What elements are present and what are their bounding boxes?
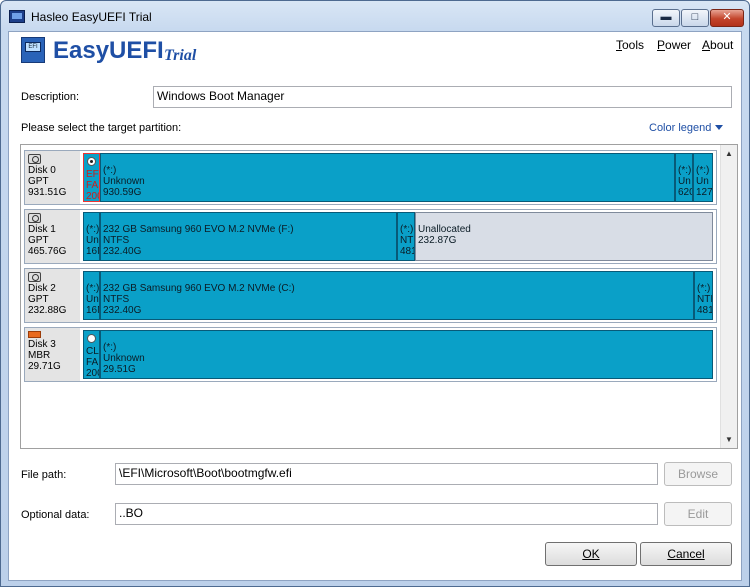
vertical-scrollbar[interactable]: ▲ ▼ <box>720 145 737 448</box>
disk-style: GPT <box>28 235 49 246</box>
cancel-button[interactable]: Cancel <box>640 542 732 566</box>
scroll-down-icon[interactable]: ▼ <box>721 431 737 448</box>
app-icon <box>9 10 25 23</box>
partition-block[interactable]: 232 GB Samsung 960 EVO M.2 NVMe (F:) NTF… <box>100 212 397 261</box>
disk-style: MBR <box>28 350 51 361</box>
hdd-icon <box>28 272 41 282</box>
disk-map[interactable]: ▲ ▼ Disk 0 GPT 931.51G EFI FA 200 <box>20 144 738 449</box>
optional-data-label: Optional data: <box>21 509 90 521</box>
disk-name: Disk 1 <box>28 224 56 235</box>
app-window: Hasleo EasyUEFI Trial ▬ □ ✕ EFI EasyUEFI… <box>0 0 750 587</box>
disk-row: Disk 1 GPT 465.76G (*:) Un 16N 232 GB Sa… <box>24 209 717 264</box>
disk-info: Disk 2 GPT 232.88G <box>25 269 80 322</box>
disk-row: Disk 0 GPT 931.51G EFI FA 200 (*:) Unkno… <box>24 150 717 205</box>
disk-row: Disk 3 MBR 29.71G CLI FA 200 (*:) Unknow… <box>24 327 717 382</box>
disk-info: Disk 0 GPT 931.51G <box>25 151 80 204</box>
partition-block[interactable]: (*:) Un 16N <box>83 212 100 261</box>
disk-info: Disk 1 GPT 465.76G <box>25 210 80 263</box>
logo-text: EFI <box>25 42 41 52</box>
ok-button[interactable]: OK <box>545 542 637 566</box>
partition-block[interactable]: (*:) Unknown 29.51G <box>100 330 713 379</box>
disk-style: GPT <box>28 294 49 305</box>
hdd-icon <box>28 154 41 164</box>
hdd-icon <box>28 213 41 223</box>
disk-name: Disk 3 <box>28 339 56 350</box>
partition-block[interactable]: (*:) NTI 481 <box>694 271 713 320</box>
disk-row: Disk 2 GPT 232.88G (*:) Un 16N 232 GB Sa… <box>24 268 717 323</box>
disk-style: GPT <box>28 176 49 187</box>
partition-block[interactable]: CLI FA 200 <box>83 330 100 379</box>
description-input[interactable]: Windows Boot Manager <box>153 86 732 108</box>
optional-data-input[interactable]: ..BO <box>115 503 658 525</box>
close-button[interactable]: ✕ <box>710 9 744 27</box>
easyuefi-logo-icon: EFI <box>21 37 45 63</box>
file-path-input[interactable]: \EFI\Microsoft\Boot\bootmgfw.efi <box>115 463 658 485</box>
color-legend-dropdown[interactable]: Color legend <box>649 122 724 134</box>
window-title: Hasleo EasyUEFI Trial <box>31 10 152 24</box>
minimize-button[interactable]: ▬ <box>652 9 680 27</box>
menu-about[interactable]: About <box>702 38 733 52</box>
color-legend-label: Color legend <box>649 122 712 134</box>
partition-block[interactable]: (*:) Un 127 <box>693 153 713 202</box>
edition-label: Trial <box>164 47 197 64</box>
radio-unselected-icon[interactable] <box>87 334 96 343</box>
chevron-down-icon <box>715 125 724 130</box>
disk-name: Disk 2 <box>28 283 56 294</box>
partition-block[interactable]: 232 GB Samsung 960 EVO M.2 NVMe (C:) NTF… <box>100 271 694 320</box>
scroll-up-icon[interactable]: ▲ <box>721 145 737 162</box>
disk-size: 232.88G <box>28 305 67 316</box>
partition-block[interactable]: (*:) Unknown 930.59G <box>100 153 675 202</box>
unallocated-block[interactable]: Unallocated 232.87G <box>415 212 713 261</box>
select-partition-label: Please select the target partition: <box>21 122 182 134</box>
disk-size: 29.71G <box>28 361 61 372</box>
maximize-button[interactable]: □ <box>681 9 709 27</box>
disk-size: 931.51G <box>28 187 67 198</box>
title-bar[interactable]: Hasleo EasyUEFI Trial ▬ □ ✕ <box>1 1 749 31</box>
app-name: EasyUEFI <box>53 37 164 64</box>
usb-drive-icon <box>28 331 41 338</box>
partition-block[interactable]: EFI FA 200 <box>83 153 100 202</box>
menu-tools[interactable]: Tools <box>616 38 644 52</box>
menu-power[interactable]: Power <box>657 38 691 52</box>
browse-button[interactable]: Browse <box>664 462 732 486</box>
edit-button[interactable]: Edit <box>664 502 732 526</box>
disk-name: Disk 0 <box>28 165 56 176</box>
file-path-label: File path: <box>21 469 67 481</box>
radio-selected-icon[interactable] <box>87 157 96 166</box>
partition-block[interactable]: (*:) NT 481 <box>397 212 415 261</box>
disk-info: Disk 3 MBR 29.71G <box>25 328 80 381</box>
disk-size: 465.76G <box>28 246 67 257</box>
partition-block[interactable]: (*:) Un 16N <box>83 271 100 320</box>
description-label: Description: <box>21 91 80 103</box>
partition-block[interactable]: (*:) Un 620 <box>675 153 693 202</box>
main-panel: EFI EasyUEFI Trial Tools Power About Des… <box>8 31 742 581</box>
